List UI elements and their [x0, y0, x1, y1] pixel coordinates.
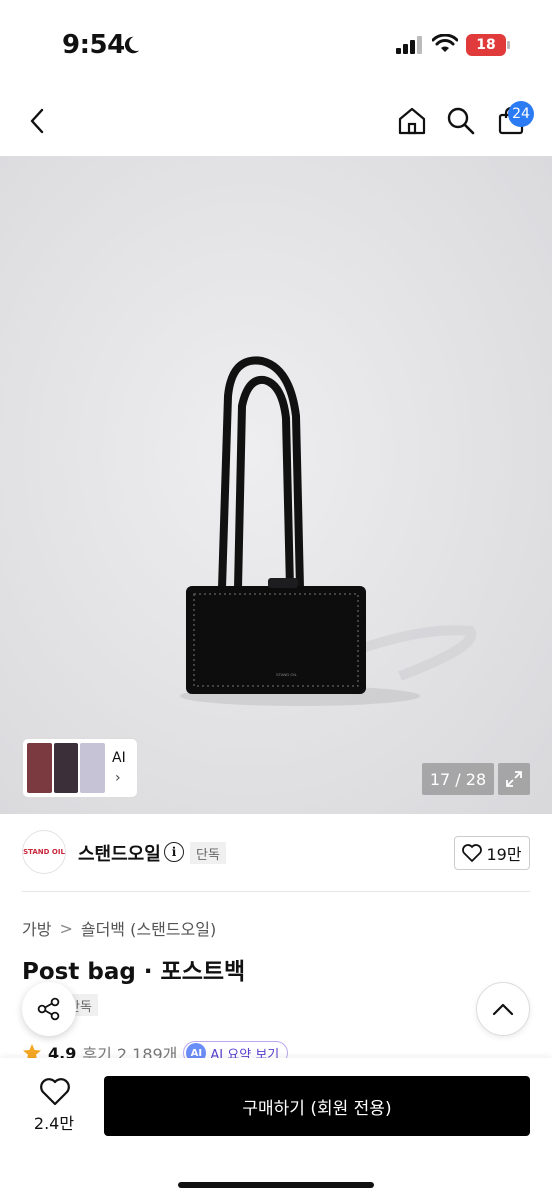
info-icon[interactable]: i [164, 842, 184, 862]
divider [22, 891, 530, 892]
battery-indicator: 18 [466, 34, 506, 56]
back-icon [30, 108, 44, 134]
scroll-top-button[interactable] [476, 982, 530, 1036]
lookbook-thumbnails [27, 743, 106, 793]
brand-like-count: 19만 [486, 845, 522, 864]
ai-label: AI [112, 750, 126, 766]
signal-icon [396, 36, 422, 54]
battery-cap [507, 41, 510, 49]
heart-icon [40, 1078, 70, 1106]
home-button[interactable] [392, 101, 432, 141]
svg-text:STAND OIL: STAND OIL [276, 672, 298, 677]
moon-icon [124, 36, 140, 54]
chevron-right-icon: › [115, 770, 121, 786]
expand-icon [506, 771, 522, 787]
home-indicator [178, 1182, 374, 1188]
thumbnail-3 [80, 743, 106, 793]
share-icon [37, 997, 60, 1021]
back-button[interactable] [18, 101, 58, 141]
wifi-icon [432, 34, 458, 52]
breadcrumb-item-shoulder-bag[interactable]: 숄더백 (스탠드오일) [81, 916, 216, 940]
product-photo: STAND OIL [0, 156, 552, 814]
search-icon [447, 107, 475, 135]
thumbnail-1 [27, 743, 52, 793]
exclusive-badge: 단독 [190, 842, 226, 864]
share-button[interactable] [22, 982, 76, 1036]
thumbnail-2 [53, 743, 79, 793]
wishlist-button[interactable] [28, 1078, 82, 1110]
search-button[interactable] [441, 101, 481, 141]
home-icon [398, 107, 426, 135]
product-title: Post bag · 포스트백 [22, 959, 246, 985]
product-image[interactable]: STAND OIL [0, 156, 552, 814]
breadcrumb: 가방 > 숄더백 (스탠드오일) [22, 916, 216, 940]
status-bar: 9:54 18 [0, 0, 552, 90]
cart-count-badge: 24 [508, 101, 534, 127]
brand-like-button[interactable]: 19만 [454, 836, 530, 870]
chevron-up-icon [492, 1003, 514, 1016]
expand-button[interactable] [498, 763, 530, 795]
ai-lookbook-thumbnail[interactable] [22, 738, 138, 798]
buy-button[interactable]: 구매하기 (회원 전용) [104, 1076, 530, 1136]
status-time: 9:54 [62, 30, 125, 60]
breadcrumb-separator: > [59, 918, 73, 938]
top-navigation [0, 90, 552, 156]
brand-name[interactable]: 스탠드오일 [78, 840, 161, 866]
brand-logo[interactable]: STAND OIL [22, 830, 66, 874]
heart-icon [462, 844, 483, 862]
wishlist-count: 2.4만 [33, 1114, 75, 1133]
breadcrumb-item-bag[interactable]: 가방 [22, 916, 51, 940]
image-counter: 17 / 28 [422, 763, 494, 795]
